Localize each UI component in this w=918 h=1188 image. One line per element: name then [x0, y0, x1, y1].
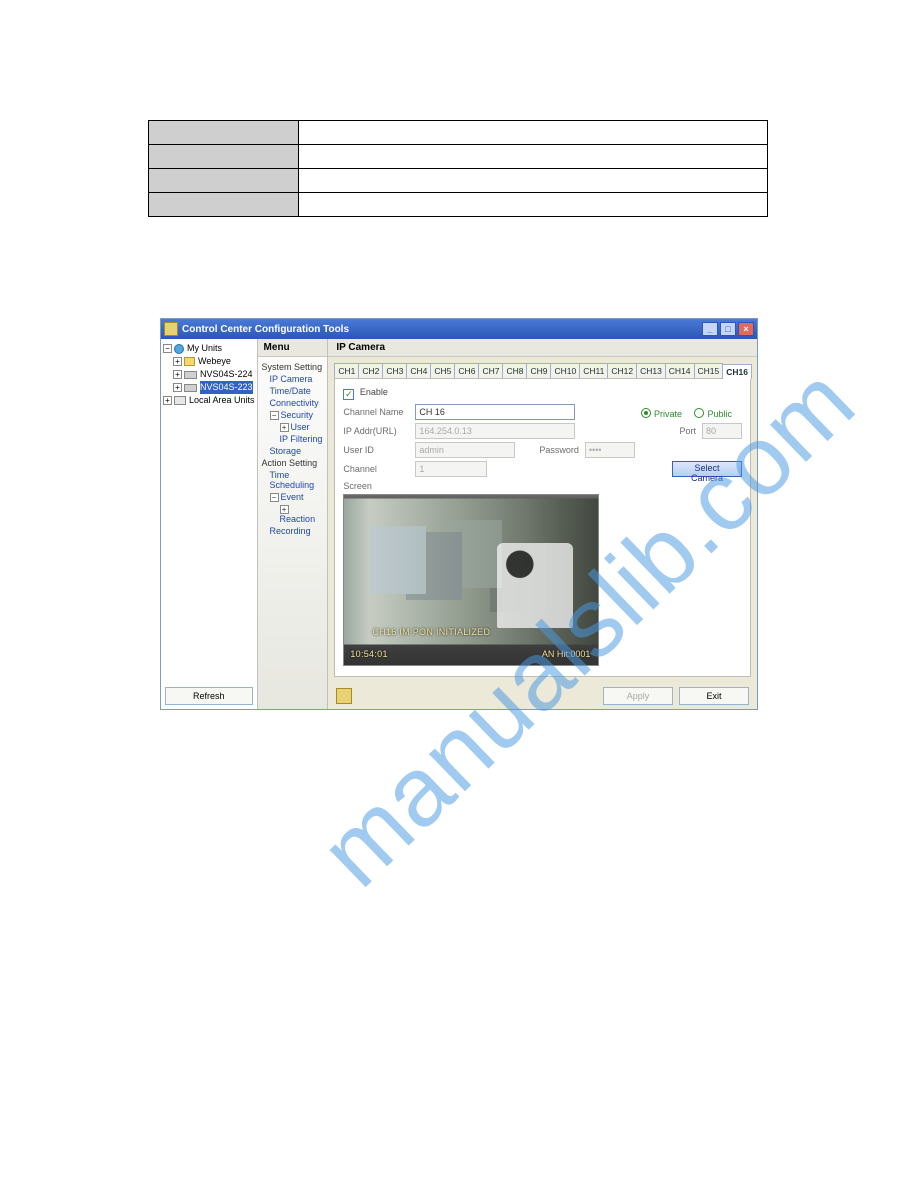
menu-storage[interactable]: Storage	[262, 445, 324, 457]
expand-icon[interactable]: +	[163, 396, 172, 405]
port-input	[702, 423, 742, 439]
upper-table	[148, 120, 768, 217]
enable-label: Enable	[360, 387, 388, 397]
osd-line-2: 10:54:01	[350, 649, 387, 659]
channel-panel: ✓ Enable Channel Name Private Public IP …	[334, 378, 751, 677]
osd-line-3: AN Hit:0001	[542, 649, 591, 659]
menu-reaction[interactable]: Reaction	[280, 514, 316, 524]
enable-checkbox[interactable]: ✓	[343, 389, 354, 400]
menu-ip-camera[interactable]: IP Camera	[262, 373, 324, 385]
exit-button[interactable]: Exit	[679, 687, 749, 705]
tab-ch15[interactable]: CH15	[694, 363, 724, 378]
device-icon	[184, 371, 197, 379]
maximize-button[interactable]: □	[720, 322, 736, 336]
screen-preview: CH16 IM PON INITIALIZED 10:54:01 AN Hit:…	[343, 494, 599, 666]
expand-icon[interactable]: +	[173, 383, 182, 392]
channel-select	[415, 461, 487, 477]
osd-line-1: CH16 IM PON INITIALIZED	[372, 627, 490, 637]
collapse-icon[interactable]: −	[163, 344, 172, 353]
userid-input	[415, 442, 515, 458]
ip-label: IP Addr(URL)	[343, 426, 415, 436]
menu-time-date[interactable]: Time/Date	[262, 385, 324, 397]
globe-icon	[174, 344, 184, 354]
tab-ch4[interactable]: CH4	[406, 363, 431, 378]
tab-ch7[interactable]: CH7	[478, 363, 503, 378]
tab-ch3[interactable]: CH3	[382, 363, 407, 378]
folder-icon	[184, 357, 195, 366]
public-radio[interactable]	[694, 408, 704, 418]
window-title: Control Center Configuration Tools	[182, 324, 349, 335]
expand-icon[interactable]: +	[280, 505, 289, 514]
expand-icon[interactable]: +	[173, 357, 182, 366]
menu-connectivity[interactable]: Connectivity	[262, 397, 324, 409]
menu-ip-filtering[interactable]: IP Filtering	[262, 433, 324, 445]
tree-root-lan[interactable]: Local Area Units	[189, 394, 255, 407]
menu-time-scheduling[interactable]: Time Scheduling	[262, 469, 324, 491]
channel-label: Channel	[343, 464, 415, 474]
table-row	[149, 145, 768, 169]
main-pane: IP Camera CH1 CH2 CH3 CH4 CH5 CH6 CH7 CH…	[328, 339, 757, 709]
select-camera-button[interactable]: Select Camera	[672, 461, 742, 477]
tree-unit-1[interactable]: NVS04S-224	[200, 368, 253, 381]
tab-ch2[interactable]: CH2	[358, 363, 383, 378]
password-label: Password	[539, 445, 579, 455]
private-label: Private	[654, 409, 682, 419]
userid-label: User ID	[343, 445, 415, 455]
menu-action-setting[interactable]: Action Setting	[262, 457, 324, 469]
tree-root-myunits[interactable]: My Units	[187, 342, 222, 355]
menu-system-setting[interactable]: System Setting	[262, 361, 324, 373]
tree-column: − My Units + Webeye + NVS04S-224 + NVS04S-22…	[161, 339, 258, 709]
table-row	[149, 121, 768, 145]
tab-ch9[interactable]: CH9	[526, 363, 551, 378]
private-radio[interactable]	[641, 408, 651, 418]
menu-header: Menu	[258, 339, 328, 357]
tab-ch14[interactable]: CH14	[665, 363, 695, 378]
public-label: Public	[707, 409, 732, 419]
ip-input	[415, 423, 575, 439]
menu-security[interactable]: Security	[281, 410, 314, 420]
menu-user[interactable]: User	[291, 422, 310, 432]
main-header: IP Camera	[328, 339, 757, 357]
expand-icon[interactable]: +	[280, 423, 289, 432]
tab-ch10[interactable]: CH10	[550, 363, 580, 378]
apply-button[interactable]: Apply	[603, 687, 673, 705]
channel-name-label: Channel Name	[343, 407, 415, 417]
port-label: Port	[679, 426, 696, 436]
screen-label: Screen	[343, 481, 372, 491]
tab-ch5[interactable]: CH5	[430, 363, 455, 378]
tab-ch6[interactable]: CH6	[454, 363, 479, 378]
menu-column: Menu System Setting IP Camera Time/Date …	[258, 339, 329, 709]
tab-ch13[interactable]: CH13	[636, 363, 666, 378]
app-icon	[164, 322, 178, 336]
channel-tabs: CH1 CH2 CH3 CH4 CH5 CH6 CH7 CH8 CH9 CH10…	[328, 357, 757, 378]
close-button[interactable]: ×	[738, 322, 754, 336]
collapse-icon[interactable]: −	[270, 493, 279, 502]
footer-bar: Apply Exit	[328, 683, 757, 709]
table-row	[149, 169, 768, 193]
menu-recording[interactable]: Recording	[262, 525, 324, 537]
collapse-icon[interactable]: −	[270, 411, 279, 420]
password-input	[585, 442, 635, 458]
menu-list: System Setting IP Camera Time/Date Conne…	[258, 357, 328, 541]
refresh-button[interactable]: Refresh	[165, 687, 253, 705]
lan-icon	[174, 396, 186, 405]
device-icon	[184, 384, 197, 392]
channel-name-input[interactable]	[415, 404, 575, 420]
menu-event[interactable]: Event	[281, 492, 304, 502]
tree-group-webeye[interactable]: Webeye	[198, 355, 231, 368]
config-window: Control Center Configuration Tools _ □ ×…	[160, 318, 758, 710]
tree-unit-2[interactable]: NVS04S-223	[200, 381, 253, 394]
footer-icon	[336, 688, 352, 704]
titlebar[interactable]: Control Center Configuration Tools _ □ ×	[161, 319, 757, 339]
tab-ch8[interactable]: CH8	[502, 363, 527, 378]
tab-ch11[interactable]: CH11	[579, 363, 608, 378]
table-row	[149, 193, 768, 217]
minimize-button[interactable]: _	[702, 322, 718, 336]
tab-ch12[interactable]: CH12	[607, 363, 637, 378]
unit-tree[interactable]: − My Units + Webeye + NVS04S-224 + NVS04S-22…	[161, 339, 257, 683]
tab-ch16[interactable]: CH16	[722, 364, 752, 379]
tab-ch1[interactable]: CH1	[334, 363, 359, 378]
expand-icon[interactable]: +	[173, 370, 182, 379]
